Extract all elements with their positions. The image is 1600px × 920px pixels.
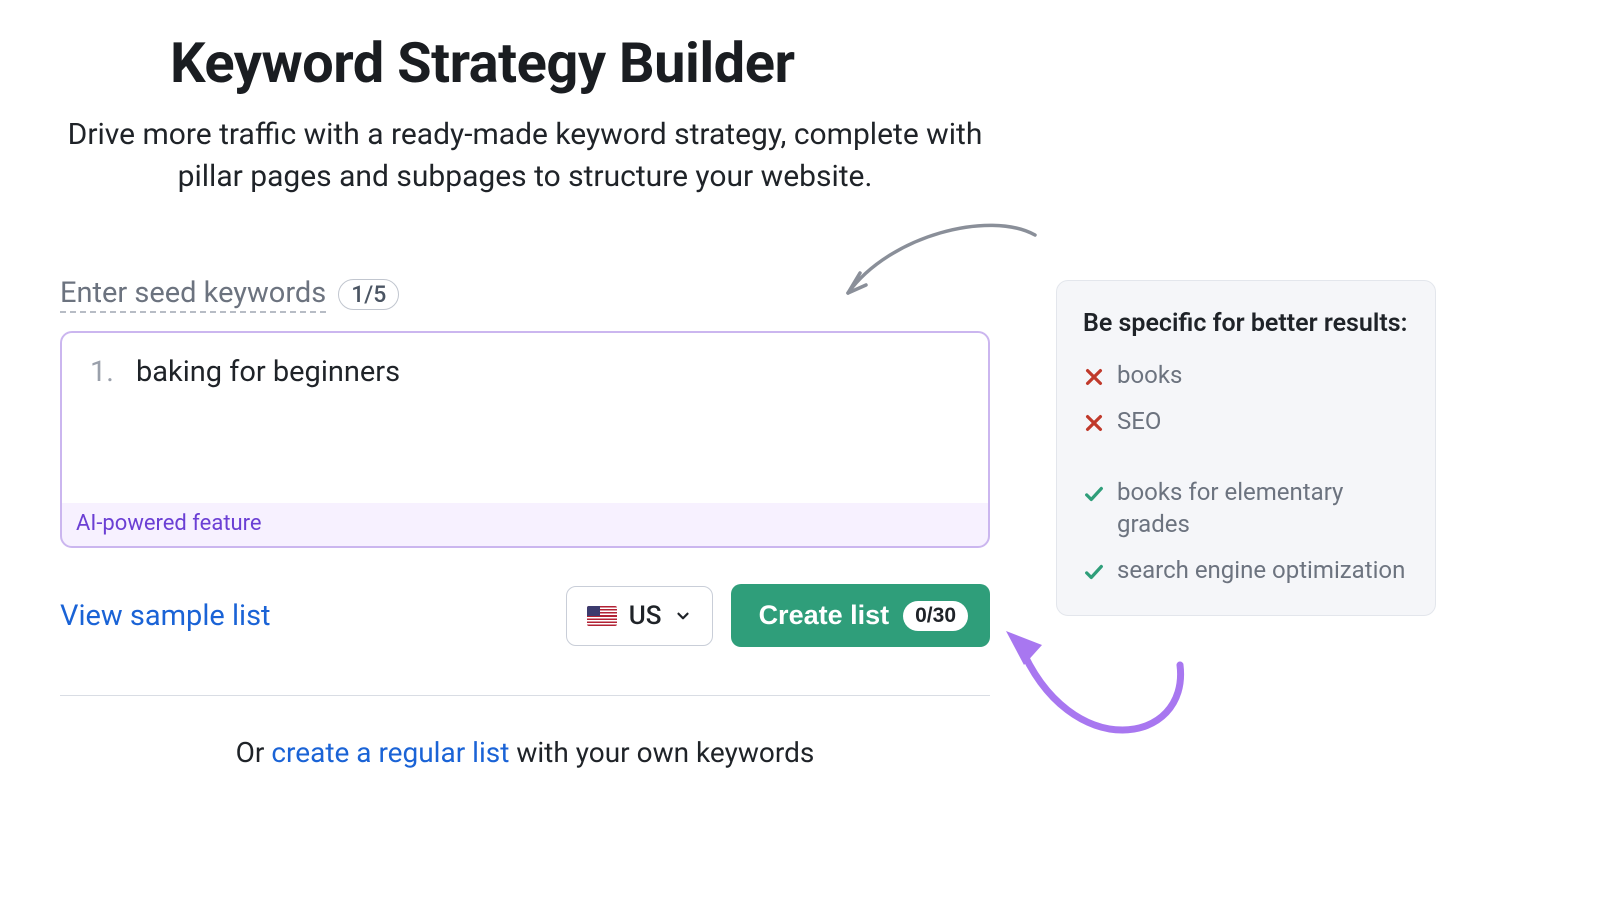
- ai-feature-label: AI-powered feature: [62, 503, 988, 546]
- tip-good-text: search engine optimization: [1117, 554, 1405, 586]
- chevron-down-icon: [674, 607, 692, 625]
- seed-input-container: 1. baking for beginners AI-powered featu…: [60, 331, 990, 548]
- alt-prefix: Or: [236, 736, 272, 769]
- page-title: Keyword Strategy Builder: [170, 30, 990, 96]
- create-regular-list-link[interactable]: create a regular list: [271, 736, 509, 769]
- country-select[interactable]: US: [566, 586, 713, 646]
- cross-icon: [1083, 410, 1105, 432]
- tips-gap: [1083, 452, 1409, 462]
- tip-good-item: books for elementary grades: [1083, 476, 1409, 541]
- tip-bad-text: books: [1117, 359, 1182, 391]
- check-icon: [1083, 559, 1105, 581]
- tips-title: Be specific for better results:: [1083, 307, 1409, 341]
- tip-good-item: search engine optimization: [1083, 554, 1409, 586]
- seed-item-number: 1.: [90, 355, 114, 389]
- seed-keywords-count-badge: 1/5: [338, 279, 399, 310]
- tip-good-text: books for elementary grades: [1117, 476, 1409, 541]
- tip-bad-item: SEO: [1083, 405, 1409, 437]
- us-flag-icon: [587, 606, 617, 626]
- cross-icon: [1083, 364, 1105, 386]
- view-sample-list-link[interactable]: View sample list: [60, 599, 271, 633]
- seed-item-value: baking for beginners: [136, 355, 400, 389]
- tip-bad-item: books: [1083, 359, 1409, 391]
- tip-bad-text: SEO: [1117, 405, 1161, 437]
- page-subtitle: Drive more traffic with a ready-made key…: [60, 114, 990, 198]
- tips-panel: Be specific for better results: books SE…: [1056, 280, 1436, 616]
- country-code: US: [629, 601, 662, 631]
- check-icon: [1083, 481, 1105, 503]
- create-list-label: Create list: [759, 600, 890, 631]
- seed-keywords-label: Enter seed keywords: [60, 276, 326, 313]
- divider: [60, 695, 990, 696]
- create-list-button[interactable]: Create list 0/30: [731, 584, 990, 647]
- seed-input[interactable]: 1. baking for beginners: [62, 333, 988, 503]
- create-list-count-badge: 0/30: [903, 601, 968, 631]
- alt-suffix: with your own keywords: [509, 736, 814, 769]
- alternative-action-text: Or create a regular list with your own k…: [60, 736, 990, 769]
